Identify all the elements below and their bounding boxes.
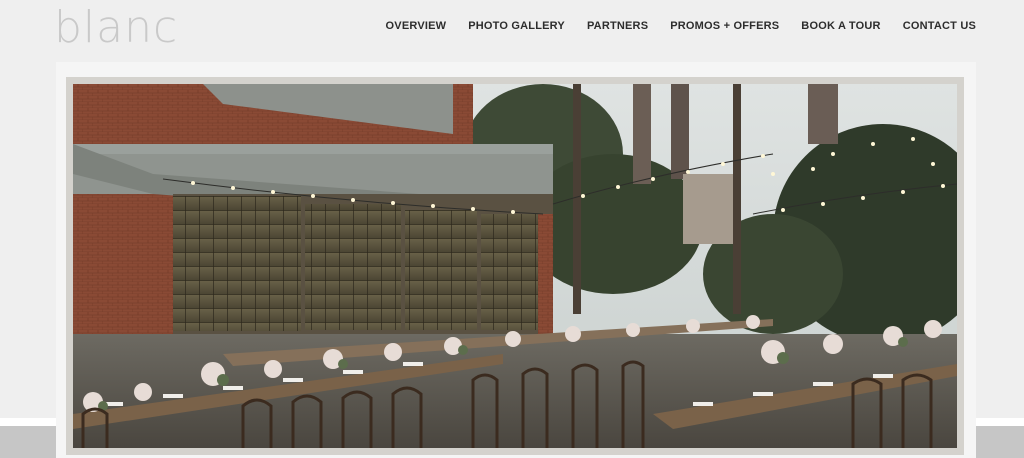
nav-partners[interactable]: PARTNERS <box>587 20 648 32</box>
site-header: blanc OVERVIEW PHOTO GALLERY PARTNERS PR… <box>0 0 1024 62</box>
wedding-reception-image <box>73 84 957 448</box>
nav-overview[interactable]: OVERVIEW <box>386 20 447 32</box>
nav-photo-gallery[interactable]: PHOTO GALLERY <box>468 20 565 32</box>
hero-photo <box>73 84 957 448</box>
main-nav: OVERVIEW PHOTO GALLERY PARTNERS PROMOS +… <box>386 20 976 32</box>
nav-promos-offers[interactable]: PROMOS + OFFERS <box>670 20 779 32</box>
brand-logo[interactable]: blanc <box>54 4 178 52</box>
nav-contact-us[interactable]: CONTACT US <box>903 20 976 32</box>
nav-book-a-tour[interactable]: BOOK A TOUR <box>801 20 880 32</box>
